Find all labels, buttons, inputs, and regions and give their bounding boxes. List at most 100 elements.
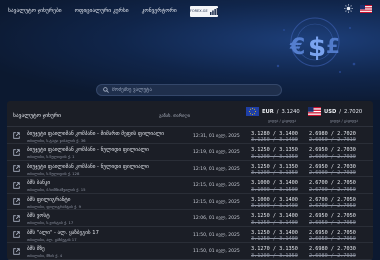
us-flag-icon[interactable] [360,4,372,13]
nav-official-rate[interactable]: ოფიციალური კურსი [75,8,129,14]
bar-chart-icon [209,7,218,15]
eur-previous-rate: 3.1200 / 3.1350 [251,170,298,176]
eur-current-rate: 3.1250 / 3.1400 [251,213,298,219]
eur-buy-sell-label: ყიდვა / გაყიდვა [268,119,297,123]
column-header-date[interactable]: განახ. თარიღი [159,114,190,119]
table-row[interactable]: ბიუჯეტი ფაილიმან კომპანი - ნულიდი ფილიალ… [7,145,373,161]
external-link-icon[interactable] [13,181,20,189]
external-link-icon[interactable] [13,132,20,139]
eur-current-rate: 3.1270 / 3.1350 [251,246,298,252]
update-time: 11:50, 01 ივლ, 2025 [193,249,240,254]
column-header-eur[interactable]: EUR / 3.1240 ყიდვა / გაყიდვა [246,107,300,123]
external-link-icon[interactable] [13,148,20,156]
usd-official-rate: 2.7020 [344,108,363,115]
eur-previous-rate: 3.1250 / 3.1400 [251,236,298,242]
search-input[interactable] [112,87,272,93]
brand-logo-text: FOREX.GE [189,9,208,13]
eur-previous-rate: 3.1000 / 3.1400 [251,203,298,209]
booth-name[interactable]: ბმს მზე [27,246,45,252]
currency-symbols-illustration: € $ £ [276,17,356,73]
eur-current-rate: 3.1000 / 3.1400 [251,196,298,203]
external-link-icon[interactable] [13,198,20,205]
eur-previous-rate: 3.1200 / 3.1350 [251,252,298,259]
usd-previous-rate: 2.6900 / 2.7030 [309,153,356,160]
eur-current-rate: 3.1280 / 3.1400 [251,130,298,137]
usd-current-rate: 2.6700 / 2.7050 [309,180,356,186]
usd-current-rate: 2.6950 / 2.7050 [309,229,356,236]
eur-current-rate: 3.1250 / 3.1350 [251,147,298,153]
update-time: 12:15, 01 ივლ, 2025 [193,183,240,188]
update-time: 11:50, 01 ივლ, 2025 [193,232,240,238]
usd-previous-rate: 2.6700 / 2.7050 [309,186,356,193]
update-time: 12:19, 01 ივლ, 2025 [193,150,240,155]
booth-name[interactable]: ბმს ფილიგრანტი [27,197,71,203]
usd-current-rate: 2.6700 / 2.7050 [309,196,356,203]
nav-converter[interactable]: კონვერტორი [142,8,177,14]
currency-search[interactable] [96,84,282,96]
top-right-controls [344,4,372,13]
usd-buy-sell-label: ყიდვა / გაყიდვა [330,119,359,123]
eu-flag-icon [246,107,259,116]
usd-previous-rate: 2.6950 / 2.7010 [309,137,356,143]
svg-text:€: € [289,35,305,60]
eur-previous-rate: 3.1000 / 3.1500 [251,186,298,193]
booth-address: თბილისი, ალ. ყაზბეგის 17 [27,236,77,242]
booth-address: თბილისი, ს.ტატი ჯიბალის ქ. 36 [27,137,86,143]
eur-previous-rate: 3.1250 / 3.1400 [251,219,298,226]
update-time: 12:31, 01 ივლ, 2025 [193,133,240,139]
external-link-icon[interactable] [13,231,20,238]
external-link-icon[interactable] [13,214,20,222]
search-icon [103,87,109,93]
sun-icon[interactable] [344,4,353,13]
booth-name[interactable]: ბიუჯეტი ფაილიმან კომპანი - ნულიდი ფილიალ… [27,147,149,153]
usd-previous-rate: 2.6980 / 2.7030 [309,252,356,259]
usd-current-rate: 2.6950 / 2.7030 [309,147,356,153]
table-row[interactable]: ბმს "ალი" - ალ. ყაზბეგის 17 თბილისი, ალ. … [7,227,373,244]
table-row[interactable]: ბმს ვოსტ თბილისი, ს.ვოსტის ქ. 17 12:06, 01… [7,211,373,227]
booth-name[interactable]: ბმს ვოსტ [27,213,50,219]
usd-previous-rate: 2.6900 / 2.7030 [309,170,356,176]
top-navigation: სავალუტო ჯიხურები ოფიციალური კურსი კონვე… [8,5,218,17]
usd-previous-rate: 2.6700 / 2.7050 [309,203,356,209]
eur-code: EUR [262,108,274,115]
column-header-usd[interactable]: USD / 2.7020 ყიდვა / გაყიდვა [308,107,362,123]
usd-current-rate: 2.6950 / 2.7050 [309,213,356,219]
table-row[interactable]: ბმს ფილიგრანტი თბილისი, ფილიგრანტის ქ. 9 1… [7,194,373,211]
column-header-booth[interactable]: სავალუტო ჯიხური [13,113,61,119]
external-link-icon[interactable] [13,247,20,255]
booth-name[interactable]: ბმს "ალი" - ალ. ყაზბეგის 17 [27,230,99,236]
usd-current-rate: 2.6980 / 2.7030 [309,246,356,252]
eur-current-rate: 3.1250 / 3.1350 [251,163,298,170]
eur-current-rate: 3.1250 / 3.1400 [251,229,298,236]
booth-name[interactable]: ბიუჯეტი ფაილიმან კომპანი - მიმართ მეფის … [27,131,164,137]
booth-address: თბილისი, ფილიგრანტის ქ. 9 [27,203,82,209]
usd-current-rate: 2.6980 / 2.7020 [309,130,356,137]
table-row[interactable]: ბიუჯეტი ფაილიმან კომპანი - ნულიდი ფილიალ… [7,161,373,178]
booth-address: თბილისი, ბ.ხიმშიაშვილის ქ. 15 [27,187,86,192]
us-flag-icon [308,107,321,116]
usd-code: USD [324,108,337,115]
svg-text:£: £ [326,34,340,58]
usd-current-rate: 2.6950 / 2.7030 [309,163,356,170]
usd-previous-rate: 2.6950 / 2.7050 [309,236,356,242]
eur-separator: / [276,108,279,115]
usd-previous-rate: 2.6950 / 2.7050 [309,219,356,226]
eur-official-rate: 3.1240 [281,108,300,115]
update-time: 12:15, 01 ივლ, 2025 [193,199,240,205]
booth-address: თბილისი, ს.ვოსტის ქ. 17 [27,220,74,225]
external-link-icon[interactable] [13,165,20,172]
update-time: 12:06, 01 ივლ, 2025 [193,216,240,221]
booth-address: თბილისი, ს.ნულიდის ქ. 128 [27,170,80,176]
eur-previous-rate: 3.1250 / 3.1400 [251,137,298,143]
table-row[interactable]: ბიუჯეტი ფაილიმან კომპანი - მიმართ მეფის … [7,128,373,145]
svg-text:$: $ [308,33,326,63]
table-header: სავალუტო ჯიხური განახ. თარიღი EUR / 3.12… [7,101,373,127]
booth-name[interactable]: ბმს ბანკი [27,180,50,186]
booth-name[interactable]: ბიუჯეტი ფაილიმან კომპანი - ნულიდი ფილიალ… [27,164,149,170]
update-time: 12:19, 01 ივლ, 2025 [193,166,240,172]
eur-current-rate: 3.1000 / 3.1400 [251,180,298,186]
table-row[interactable]: ბმს მზე თბილისი, მზის ქ. 4 11:50, 01 ივლ, … [7,244,373,260]
brand-logo[interactable]: FOREX.GE [189,5,218,17]
nav-exchange-booths[interactable]: სავალუტო ჯიხურები [8,8,62,14]
table-row[interactable]: ბმს ბანკი თბილისი, ბ.ხიმშიაშვილის ქ. 15 12… [7,178,373,194]
